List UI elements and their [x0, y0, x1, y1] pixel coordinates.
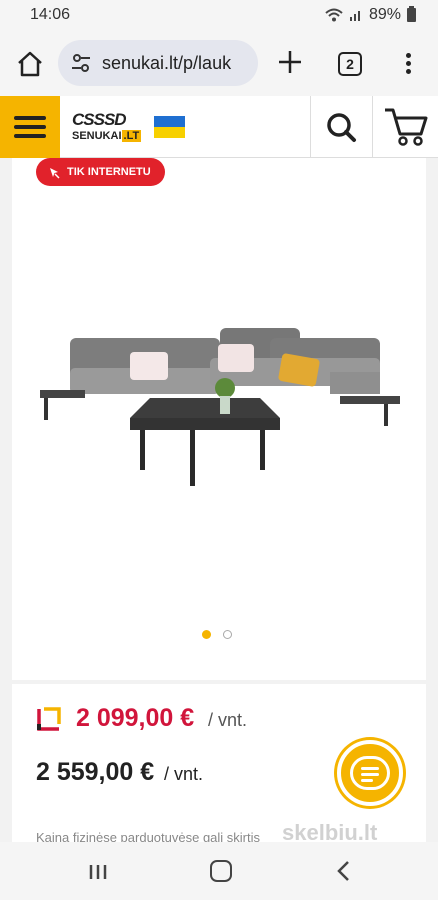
logo-top: CSSSD — [72, 110, 127, 129]
gallery-dots — [202, 630, 232, 639]
status-bar: 14:06 89% — [0, 0, 438, 30]
chat-icon — [350, 756, 390, 790]
product-gallery: TIK INTERNETU — [12, 158, 426, 680]
product-image[interactable] — [40, 318, 400, 498]
more-menu-icon[interactable] — [398, 50, 418, 78]
browser-toolbar: senukai.lt/p/lauk 2 — [0, 30, 438, 96]
regular-price-unit: / vnt. — [164, 764, 204, 784]
status-icons: 89% — [325, 6, 416, 24]
badge-label: TIK INTERNETU — [67, 166, 151, 178]
logo-bottom: SENUKAI .LT — [72, 130, 142, 142]
price-section: 2 099,00 € / vnt. 2 559,00 € / vnt. Kain… — [12, 684, 426, 854]
gallery-dot-2[interactable] — [223, 630, 232, 639]
regular-price: 2 559,00 € — [36, 758, 155, 786]
search-button[interactable] — [310, 96, 372, 158]
ukraine-flag-icon — [154, 116, 185, 138]
site-settings-icon[interactable] — [70, 52, 92, 74]
hamburger-menu-icon[interactable] — [0, 96, 60, 158]
signal-icon — [349, 11, 360, 21]
chat-button[interactable] — [337, 740, 403, 806]
new-tab-icon[interactable] — [276, 48, 304, 76]
site-header: CSSSD SENUKAI .LT — [0, 96, 438, 158]
cursor-click-icon — [50, 167, 60, 179]
online-only-badge: TIK INTERNETU — [36, 158, 165, 186]
home-icon[interactable] — [14, 48, 46, 80]
club-price: 2 099,00 € — [76, 704, 195, 732]
address-bar[interactable]: senukai.lt/p/lauk — [58, 40, 258, 86]
cart-button[interactable] — [372, 96, 438, 158]
recents-icon[interactable] — [88, 862, 108, 882]
search-icon — [327, 113, 356, 142]
battery-icon — [407, 6, 416, 22]
wifi-icon — [325, 8, 343, 22]
back-icon[interactable] — [334, 860, 354, 882]
url-text: senukai.lt/p/lauk — [102, 52, 232, 73]
club-card-icon — [37, 707, 61, 731]
gallery-dot-1[interactable] — [202, 630, 211, 639]
system-nav-bar — [0, 842, 438, 900]
senukai-logo[interactable]: CSSSD SENUKAI .LT — [72, 110, 152, 144]
cart-icon — [385, 108, 428, 146]
battery-percent: 89% — [368, 6, 401, 23]
status-time: 14:06 — [30, 6, 71, 23]
club-price-unit: / vnt. — [208, 710, 248, 730]
tab-switcher-button[interactable]: 2 — [338, 52, 362, 76]
home-nav-icon[interactable] — [210, 860, 232, 882]
